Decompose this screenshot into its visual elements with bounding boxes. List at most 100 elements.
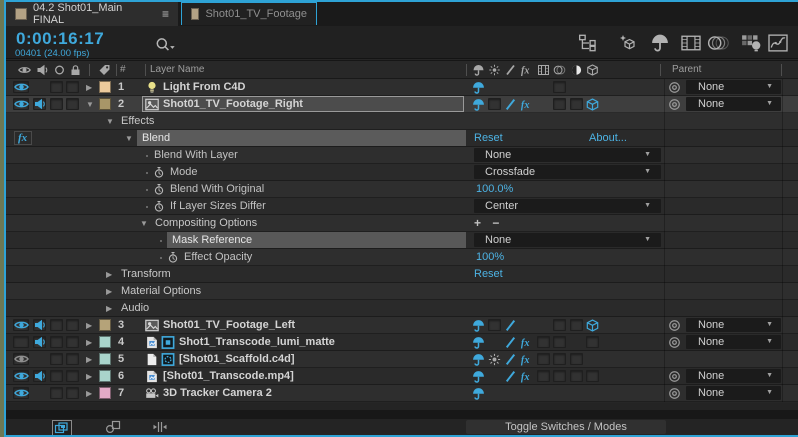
property-value[interactable]: 100.0% <box>476 183 513 195</box>
audio-icon[interactable] <box>34 98 46 110</box>
current-time-display[interactable]: 0:00:16:17 <box>16 29 104 49</box>
layer-row[interactable]: ▶ 1 Light From C4D None ▼ <box>6 79 798 96</box>
brainstorm-icon[interactable] <box>741 34 763 52</box>
shy-icon[interactable] <box>472 64 485 76</box>
motion-blur-icon[interactable] <box>707 34 729 52</box>
property-row[interactable]: Blend With Original 100.0% <box>6 181 798 198</box>
switch-cell[interactable] <box>553 319 566 331</box>
layer-color-swatch[interactable] <box>99 387 111 399</box>
layer-color-swatch[interactable] <box>99 81 111 93</box>
stopwatch-icon[interactable] <box>154 200 164 213</box>
twirl-closed-icon[interactable]: ▶ <box>86 372 92 381</box>
twirl-closed-icon[interactable]: ▶ <box>106 304 112 313</box>
search-icon[interactable] <box>154 37 176 52</box>
switch-cell[interactable] <box>553 370 566 382</box>
add-remove-buttons[interactable]: + − <box>474 216 503 230</box>
layer-color-swatch[interactable] <box>99 98 111 110</box>
value-dropdown[interactable]: None ▼ <box>474 148 661 162</box>
fx-icon[interactable]: fx <box>520 370 533 383</box>
shy-icon[interactable] <box>472 98 485 111</box>
layer-row[interactable]: ▶ 5 [Shot01_Scaffold.c4d] fx <box>6 351 798 368</box>
reset-link[interactable]: Reset <box>474 132 503 144</box>
eye-switch[interactable] <box>13 336 29 348</box>
lock-switch[interactable] <box>66 353 79 365</box>
twirl-open-icon[interactable]: ▼ <box>125 134 133 143</box>
layer-row[interactable]: ▶ 3 Shot01_TV_Footage_Left None ▼ <box>6 317 798 334</box>
cube-icon[interactable] <box>586 98 599 111</box>
layer-row[interactable]: ▶ 7 3D Tracker Camera 2 None ▼ <box>6 385 798 402</box>
layer-color-swatch[interactable] <box>99 353 111 365</box>
parent-dropdown[interactable]: None ▼ <box>686 97 781 111</box>
collapse-icon[interactable] <box>488 64 501 76</box>
fx-icon[interactable]: fx <box>520 336 533 349</box>
solo-switch[interactable] <box>50 319 63 331</box>
eye-icon[interactable] <box>18 64 31 76</box>
lock-switch[interactable] <box>66 319 79 331</box>
twirl-closed-icon[interactable]: ▶ <box>106 287 112 296</box>
property-row[interactable]: ▼ Effects <box>6 113 798 130</box>
solo-switch[interactable] <box>50 336 63 348</box>
shy-icon[interactable] <box>472 319 485 332</box>
pickwhip-icon[interactable] <box>668 370 681 383</box>
layer-color-swatch[interactable] <box>99 370 111 382</box>
quality-icon[interactable] <box>504 336 517 349</box>
layer-name[interactable]: Shot01_TV_Footage_Left <box>163 319 295 331</box>
eye-icon[interactable] <box>14 320 29 330</box>
solo-switch[interactable] <box>50 387 63 399</box>
switch-cell[interactable] <box>537 370 550 382</box>
pickwhip-icon[interactable] <box>668 319 681 332</box>
layer-color-swatch[interactable] <box>99 319 111 331</box>
shy-icon[interactable] <box>472 336 485 349</box>
fx-icon[interactable]: fx <box>520 64 533 77</box>
about-link[interactable]: About... <box>589 132 627 144</box>
eye-icon[interactable] <box>14 99 29 109</box>
switch-cell[interactable] <box>570 370 583 382</box>
fx-icon[interactable]: fx <box>520 98 533 111</box>
layer-name[interactable]: 3D Tracker Camera 2 <box>163 387 272 399</box>
switch-cell[interactable] <box>488 319 501 331</box>
solo-switch[interactable] <box>50 353 63 365</box>
graph-editor-icon[interactable] <box>767 34 789 52</box>
shy-icon[interactable] <box>472 81 485 94</box>
shy-layers-icon[interactable] <box>649 34 671 52</box>
lock-switch[interactable] <box>66 98 79 110</box>
switch-cell[interactable] <box>586 336 599 348</box>
lock-switch[interactable] <box>66 81 79 93</box>
twirl-closed-icon[interactable]: ▶ <box>86 355 92 364</box>
lock-switch[interactable] <box>66 370 79 382</box>
transfer-controls-pane-icon[interactable] <box>104 420 122 434</box>
twirl-open-icon[interactable]: ▼ <box>140 219 148 228</box>
property-row[interactable]: fx ▼ Blend Reset About... <box>6 130 798 147</box>
property-value[interactable]: 100% <box>476 251 504 263</box>
panel-menu-icon[interactable]: ≡ <box>162 7 169 21</box>
stopwatch-icon[interactable] <box>154 183 164 196</box>
property-row[interactable]: If Layer Sizes Differ Center ▼ <box>6 198 798 215</box>
parent-dropdown[interactable]: None ▼ <box>686 318 781 332</box>
layer-name[interactable]: [Shot01_Scaffold.c4d] <box>179 353 295 365</box>
switch-cell[interactable] <box>488 98 501 110</box>
audio-icon[interactable] <box>34 336 46 348</box>
quality-icon[interactable] <box>504 353 517 366</box>
lock-switch[interactable] <box>66 387 79 399</box>
collapse-icon-dim[interactable] <box>488 353 501 366</box>
tag-icon[interactable] <box>98 64 111 76</box>
twirl-open-icon[interactable]: ▼ <box>86 100 94 109</box>
value-dropdown[interactable]: Center ▼ <box>474 199 661 213</box>
toggle-switches-modes-button[interactable]: Toggle Switches / Modes <box>466 420 666 434</box>
property-row[interactable]: Effect Opacity 100% <box>6 249 798 266</box>
film-icon[interactable] <box>537 64 550 76</box>
twirl-closed-icon[interactable]: ▶ <box>86 338 92 347</box>
property-row[interactable]: ▶ Transform Reset <box>6 266 798 283</box>
switch-cell[interactable] <box>570 319 583 331</box>
parent-dropdown[interactable]: None ▼ <box>686 369 781 383</box>
switch-cell[interactable] <box>586 370 599 382</box>
effect-enable-toggle[interactable]: fx <box>14 131 32 145</box>
quality-icon[interactable] <box>504 64 517 76</box>
twirl-closed-icon[interactable]: ▶ <box>86 321 92 330</box>
value-dropdown[interactable]: Crossfade ▼ <box>474 165 661 179</box>
switch-cell[interactable] <box>537 353 550 365</box>
pickwhip-icon[interactable] <box>668 81 681 94</box>
shy-icon[interactable] <box>472 370 485 383</box>
solo-switch[interactable] <box>50 81 63 93</box>
value-dropdown[interactable]: None ▼ <box>474 233 661 247</box>
